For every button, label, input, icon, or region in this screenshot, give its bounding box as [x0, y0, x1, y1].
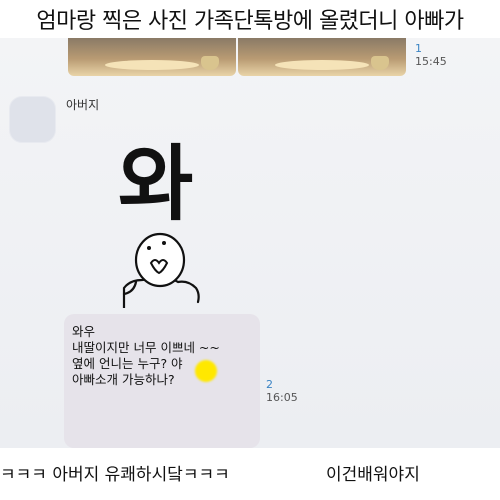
chat-area: 1 15:45 아버지 와 와우 내딸이지만 너무 이쁘네 ~~ 옆에 언니는 … — [0, 38, 500, 448]
sender-name: 아버지 — [66, 98, 100, 112]
bottom-caption-left: ㅋㅋㅋ 아버지 유쾌하시닼ㅋㅋㅋ — [0, 465, 230, 485]
shared-photo-1[interactable] — [68, 38, 236, 76]
sticker-character-icon — [122, 232, 200, 308]
photo-message-meta: 1 15:45 — [415, 42, 447, 68]
message-time: 15:45 — [415, 55, 447, 68]
message-time: 16:05 — [266, 391, 298, 404]
shared-photo-2[interactable] — [238, 38, 406, 76]
censor-blur — [195, 360, 217, 382]
bottom-caption: ㅋㅋㅋ 아버지 유쾌하시닼ㅋㅋㅋ 이건배워야지 — [0, 448, 500, 500]
photo-plate — [104, 60, 200, 70]
avatar[interactable] — [9, 96, 56, 143]
message-bubble[interactable]: 와우 내딸이지만 너무 이쁘네 ~~ 옆에 언니는 누구? 야 아빠소개 가능하… — [64, 314, 260, 448]
photo-cup — [201, 56, 220, 70]
text-message-meta: 2 16:05 — [266, 378, 298, 404]
photo-cup — [371, 56, 390, 70]
photo-plate — [274, 60, 370, 70]
bottom-caption-right: 이건배워야지 — [326, 465, 420, 485]
unread-count: 2 — [266, 378, 273, 391]
unread-count: 1 — [415, 42, 422, 55]
sticker-text: 와 — [118, 137, 193, 232]
top-caption: 엄마랑 찍은 사진 가족단톡방에 올렸더니 아빠가 — [36, 9, 464, 34]
